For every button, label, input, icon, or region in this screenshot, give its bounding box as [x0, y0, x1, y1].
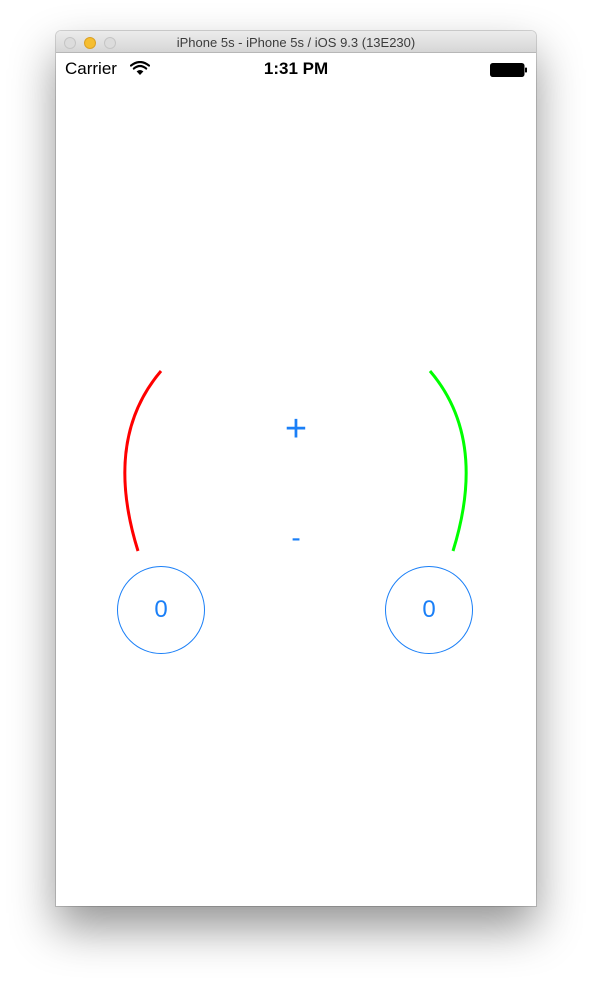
- plus-button[interactable]: +: [276, 409, 316, 449]
- right-arc: [428, 370, 468, 552]
- arc-gauges: [123, 370, 468, 552]
- left-counter-value: 0: [154, 596, 168, 623]
- window-titlebar: iPhone 5s - iPhone 5s / iOS 9.3 (13E230): [56, 31, 536, 53]
- simulator-window: iPhone 5s - iPhone 5s / iOS 9.3 (13E230)…: [56, 31, 536, 906]
- minus-button[interactable]: -: [281, 523, 311, 553]
- window-title: iPhone 5s - iPhone 5s / iOS 9.3 (13E230): [176, 35, 416, 50]
- left-arc: [123, 370, 163, 552]
- device-screen: Carrier 1:31 PM + - 0 0: [56, 53, 536, 906]
- right-counter-value: 0: [422, 596, 436, 623]
- left-counter[interactable]: 0: [117, 566, 205, 654]
- right-counter[interactable]: 0: [385, 566, 473, 654]
